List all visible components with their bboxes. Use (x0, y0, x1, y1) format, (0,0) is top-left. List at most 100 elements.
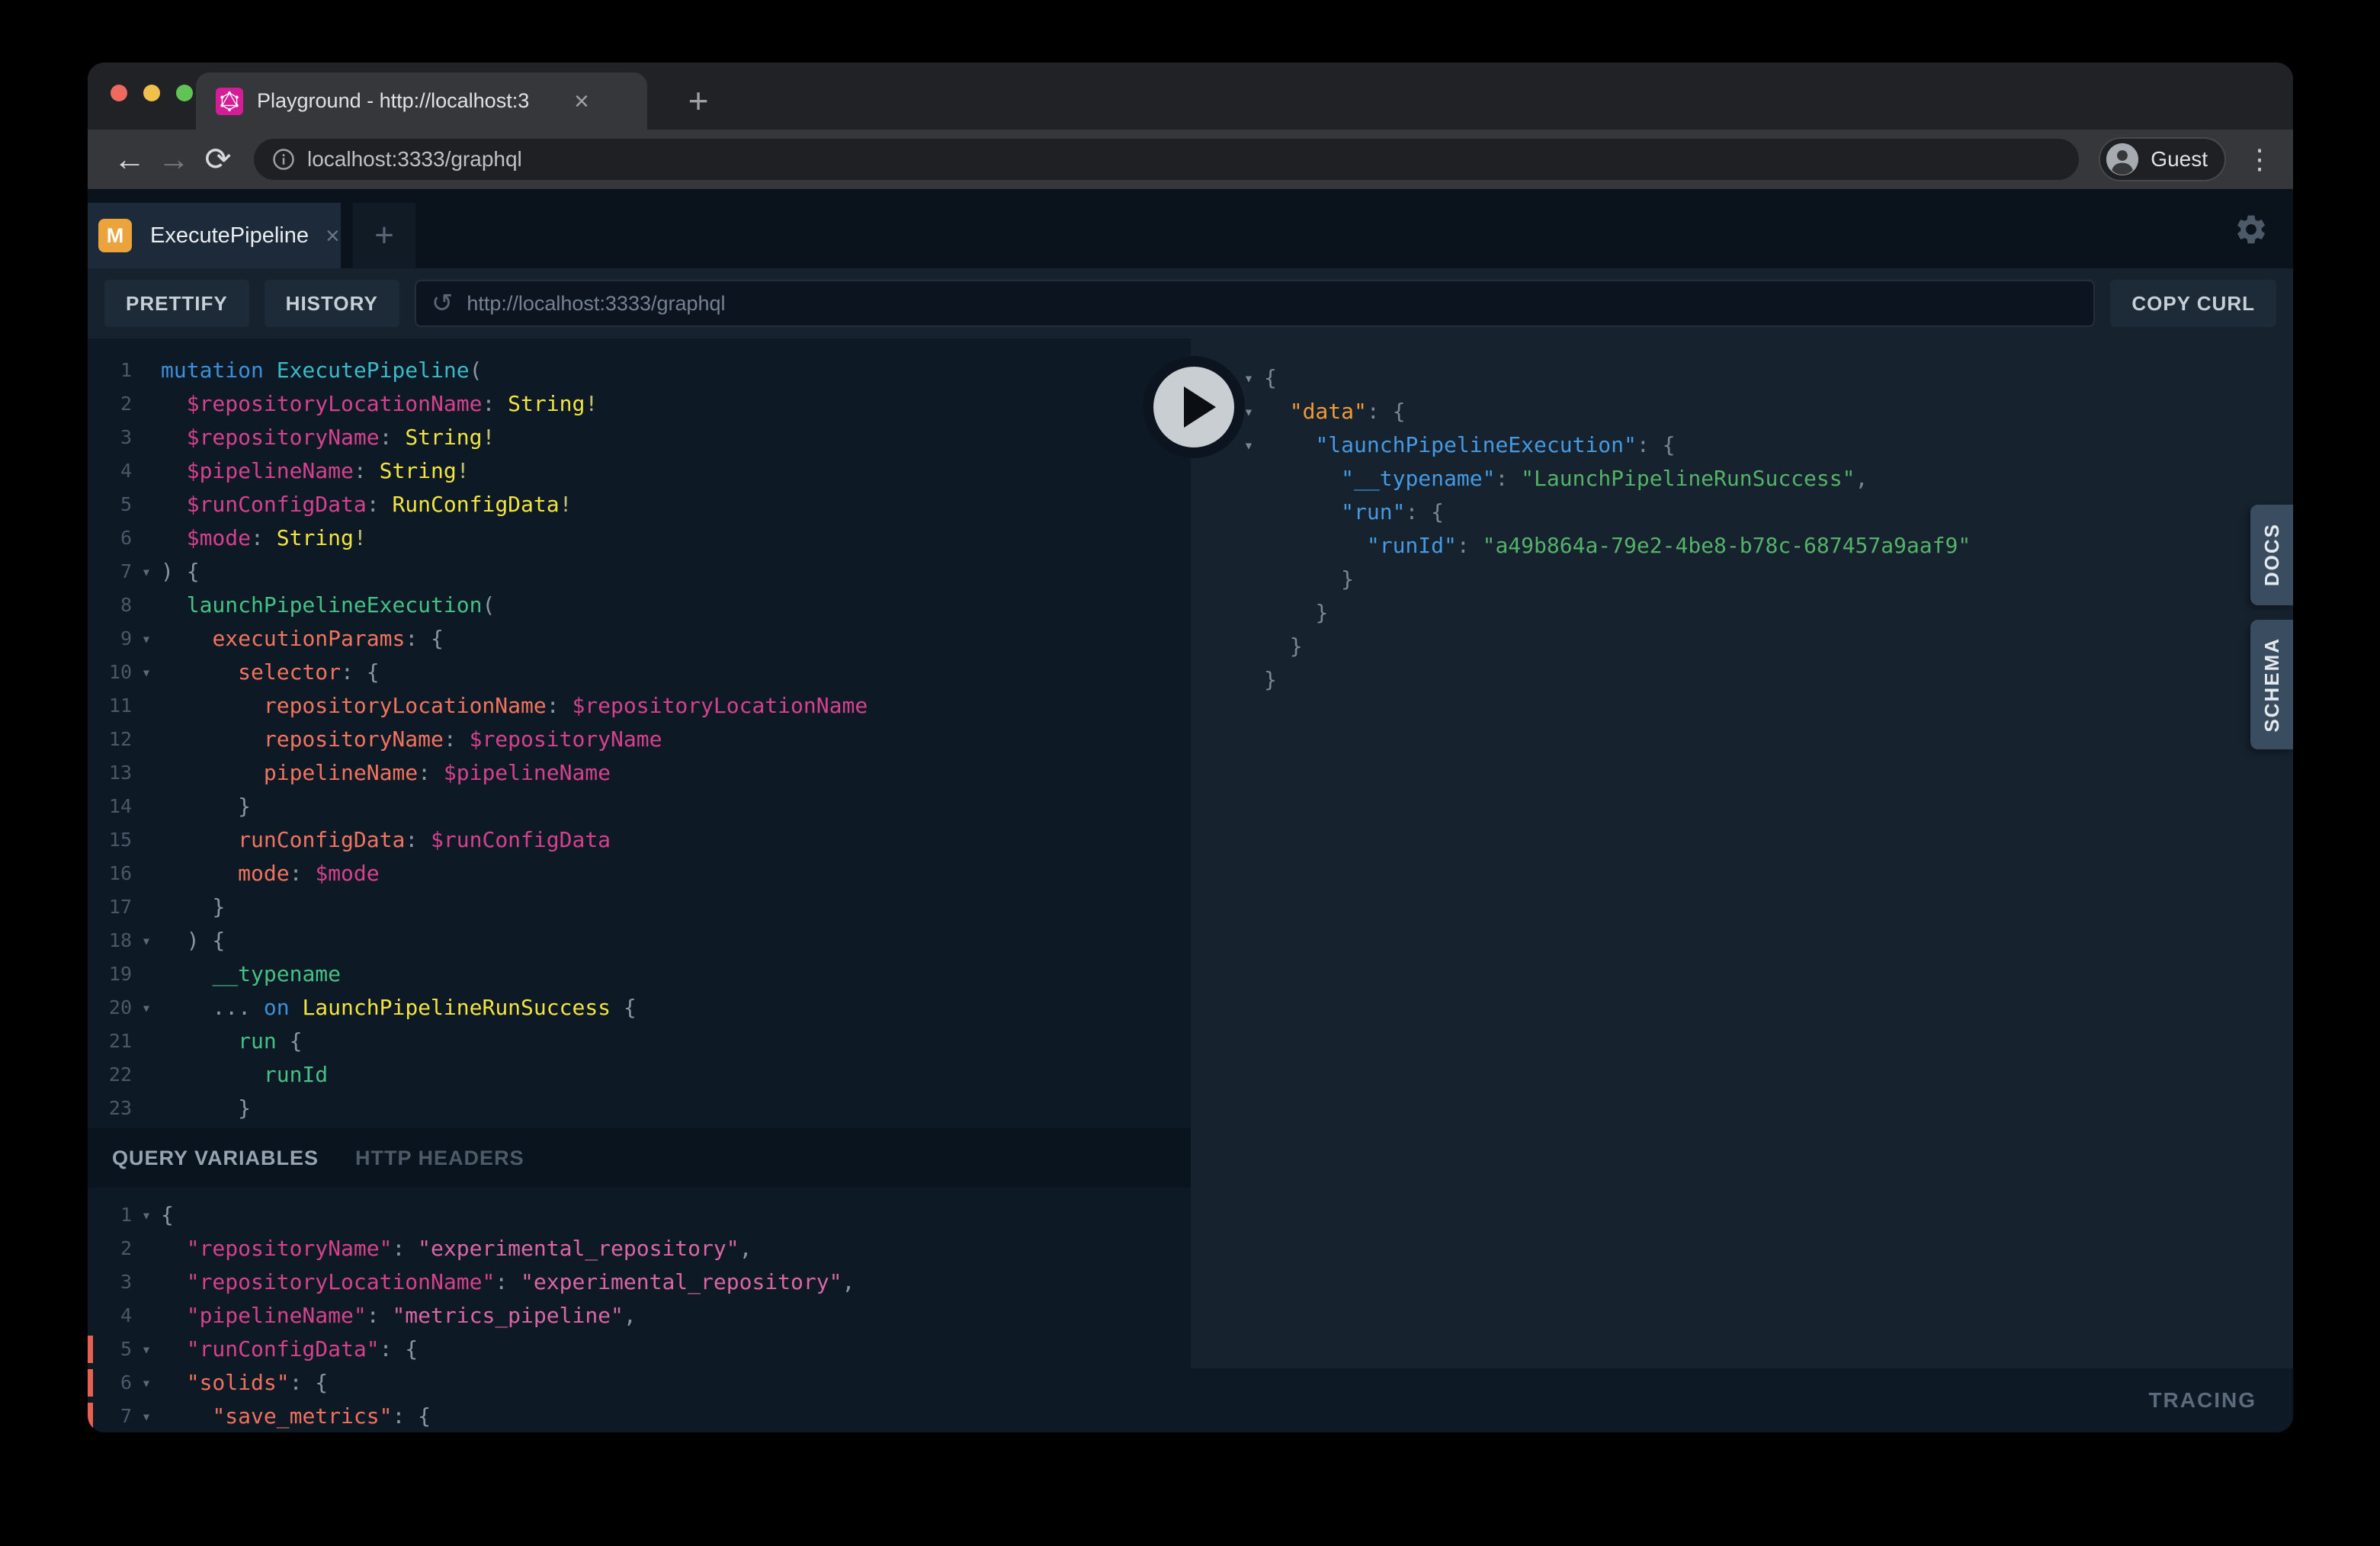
query-editor[interactable]: 1mutation ExecutePipeline(2 $repositoryL… (88, 338, 1191, 1128)
code-text: "data": { (1264, 399, 1405, 424)
new-tab-button[interactable]: + (673, 76, 723, 125)
window-controls (111, 85, 193, 101)
code-text: { (161, 1202, 174, 1227)
result-pane: ▾{▾ "data": {▾ "launchPipelineExecution"… (1191, 338, 2293, 1432)
new-session-tab-button[interactable]: + (353, 203, 415, 268)
url-text: localhost:3333/graphql (307, 147, 522, 172)
line-number: 21 (88, 1025, 132, 1058)
code-line: 15 runConfigData: $runConfigData (88, 823, 1191, 857)
session-tab-close-icon[interactable]: × (326, 223, 340, 248)
session-tab-title: ExecutePipeline (150, 223, 309, 249)
code-line: 11 repositoryLocationName: $repositoryLo… (88, 689, 1191, 723)
code-text: runId (161, 1062, 328, 1087)
code-line: ▾{ (1233, 361, 2293, 395)
line-number: 2 (88, 1232, 132, 1265)
fold-arrow-icon[interactable]: ▾ (132, 1400, 161, 1432)
code-text: repositoryName: $repositoryName (161, 726, 662, 752)
code-text: repositoryLocationName: $repositoryLocat… (161, 693, 868, 718)
code-text: $mode: String! (161, 525, 367, 550)
line-number: 12 (88, 723, 132, 756)
variables-header: QUERY VARIABLES HTTP HEADERS (88, 1128, 1191, 1188)
code-line: 23 } (88, 1092, 1191, 1125)
fold-arrow-icon[interactable]: ▾ (132, 991, 161, 1025)
browser-tab[interactable]: Playground - http://localhost:3 × (196, 72, 647, 130)
browser-tabstrip: Playground - http://localhost:3 × + (88, 63, 2293, 130)
profile-button[interactable]: Guest (2099, 137, 2226, 181)
endpoint-url: http://localhost:3333/graphql (467, 292, 725, 316)
collapse-arrow-icon[interactable]: ▾ (1233, 428, 1264, 462)
line-number: 10 (88, 656, 132, 689)
code-text: "pipelineName": "metrics_pipeline", (161, 1303, 637, 1328)
tab-query-variables[interactable]: QUERY VARIABLES (112, 1147, 319, 1170)
line-number: 14 (88, 790, 132, 823)
code-line: 12 repositoryName: $repositoryName (88, 723, 1191, 756)
code-line: } (1233, 630, 2293, 663)
code-text: "repositoryName": "experimental_reposito… (161, 1236, 752, 1261)
mutation-badge: M (98, 219, 132, 252)
code-line: ▾ "launchPipelineExecution": { (1233, 428, 2293, 462)
code-text: executionParams: { (161, 626, 444, 651)
line-number: 1 (88, 354, 132, 387)
response-viewer[interactable]: ▾{▾ "data": {▾ "launchPipelineExecution"… (1191, 338, 2293, 1368)
back-icon[interactable]: ← (107, 143, 152, 175)
code-text: } (161, 894, 225, 919)
line-number: 1 (88, 1198, 132, 1232)
history-button[interactable]: HISTORY (265, 280, 399, 327)
fold-arrow-icon[interactable]: ▾ (132, 555, 161, 589)
schema-side-tab[interactable]: SCHEMA (2250, 620, 2293, 749)
code-line: 22 runId (88, 1058, 1191, 1092)
info-icon[interactable] (272, 148, 295, 171)
forward-icon[interactable]: → (152, 143, 196, 175)
line-number: 11 (88, 689, 132, 723)
fold-arrow-icon[interactable]: ▾ (132, 1198, 161, 1232)
code-line: ▾ "data": { (1233, 395, 2293, 428)
code-text: "solids": { (161, 1370, 328, 1395)
minimize-window-button[interactable] (143, 85, 160, 101)
code-line: 6 $mode: String! (88, 521, 1191, 555)
code-text: $runConfigData: RunConfigData! (161, 492, 572, 517)
session-tab-executepipeline[interactable]: M ExecutePipeline × (88, 203, 341, 268)
browser-menu-icon[interactable]: ⋮ (2246, 143, 2273, 175)
tab-close-icon[interactable]: × (574, 88, 589, 114)
code-text: { (1264, 365, 1277, 390)
close-window-button[interactable] (111, 85, 127, 101)
graphql-favicon-icon (216, 88, 243, 115)
maximize-window-button[interactable] (176, 85, 193, 101)
docs-side-tab-label: DOCS (2260, 523, 2284, 586)
tab-http-headers[interactable]: HTTP HEADERS (355, 1147, 524, 1170)
tracing-bar[interactable]: TRACING (1191, 1368, 2293, 1432)
code-line: 5▾ "runConfigData": { (88, 1333, 1191, 1366)
fold-arrow-icon[interactable]: ▾ (132, 924, 161, 957)
reload-icon[interactable]: ⟳ (196, 143, 240, 175)
code-text: "launchPipelineExecution": { (1264, 432, 1675, 457)
browser-tab-title: Playground - http://localhost:3 (257, 89, 568, 113)
copy-curl-button[interactable]: COPY CURL (2110, 280, 2276, 327)
execute-play-button[interactable] (1143, 356, 1245, 458)
code-text: } (1264, 600, 1328, 625)
code-text: } (161, 1095, 251, 1121)
code-line: 9▾ executionParams: { (88, 622, 1191, 656)
docs-side-tab[interactable]: DOCS (2250, 505, 2293, 605)
query-variables-editor[interactable]: 1▾{2 "repositoryName": "experimental_rep… (88, 1188, 1191, 1432)
line-number: 23 (88, 1092, 132, 1125)
code-text: "repositoryLocationName": "experimental_… (161, 1269, 855, 1294)
fold-arrow-icon[interactable]: ▾ (132, 622, 161, 656)
code-text: runConfigData: $runConfigData (161, 827, 611, 852)
fold-arrow-icon[interactable]: ▾ (132, 1333, 161, 1366)
prettify-button[interactable]: PRETTIFY (104, 280, 249, 327)
fold-arrow-icon[interactable]: ▾ (132, 656, 161, 689)
endpoint-reload-icon[interactable]: ↺ (431, 290, 454, 316)
settings-gear-icon[interactable] (2234, 212, 2269, 247)
code-line: 18▾ ) { (88, 924, 1191, 957)
code-line: "runId": "a49b864a-79e2-4be8-b78c-687457… (1233, 529, 2293, 563)
address-bar[interactable]: localhost:3333/graphql (254, 139, 2079, 180)
endpoint-input[interactable]: ↺ http://localhost:3333/graphql (415, 280, 2096, 327)
session-tabbar: M ExecutePipeline × + (88, 189, 2293, 268)
fold-arrow-icon[interactable]: ▾ (132, 1366, 161, 1400)
line-number: 15 (88, 823, 132, 857)
profile-label: Guest (2151, 147, 2208, 172)
code-text: ) { (161, 559, 200, 584)
code-text: $repositoryLocationName: String! (161, 391, 598, 416)
code-line: } (1233, 596, 2293, 630)
playground-toolbar: PRETTIFY HISTORY ↺ http://localhost:3333… (88, 268, 2293, 338)
